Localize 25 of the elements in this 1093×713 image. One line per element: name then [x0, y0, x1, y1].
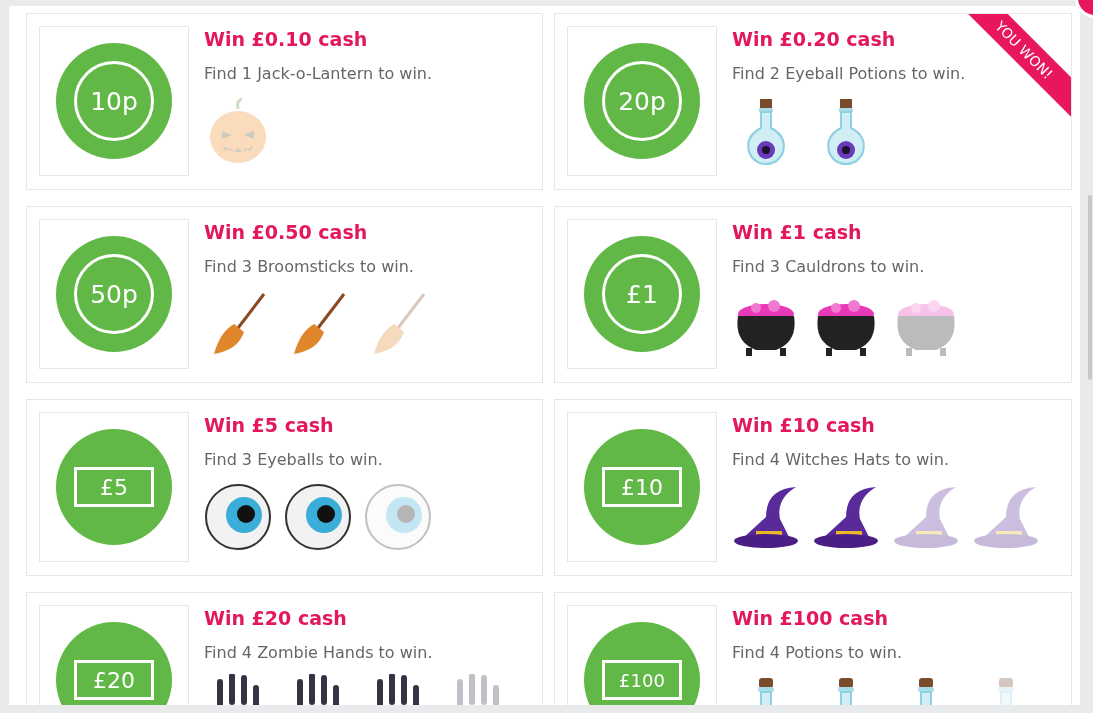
- prize-description: Find 3 Broomsticks to win.: [204, 257, 415, 276]
- coin-label: 50p: [74, 254, 154, 334]
- prize-title: Win £1 cash: [732, 221, 863, 243]
- prize-description: Find 4 Witches Hats to win.: [732, 450, 950, 469]
- prize-title: Win £20 cash: [204, 607, 348, 629]
- prize-title: Win £10 cash: [732, 414, 876, 436]
- scrollbar-thumb[interactable]: [1088, 195, 1092, 380]
- prize-title: Win £100 cash: [732, 607, 890, 629]
- coin-label: 10p: [74, 61, 154, 141]
- banknote-label: £10: [602, 467, 682, 507]
- prize-title: Win £5 cash: [204, 414, 335, 436]
- coin-label: £1: [602, 254, 682, 334]
- prize-title: Win £0.50 cash: [204, 221, 369, 243]
- prize-description: Find 3 Eyeballs to win.: [204, 450, 384, 469]
- prize-description: Find 4 Zombie Hands to win.: [204, 643, 434, 662]
- prize-title: Win £0.20 cash: [732, 28, 897, 50]
- prize-title: Win £0.10 cash: [204, 28, 369, 50]
- prize-description: Find 2 Eyeball Potions to win.: [732, 64, 966, 83]
- banknote-label: £20: [74, 660, 154, 700]
- prize-description: Find 1 Jack-o-Lantern to win.: [204, 64, 433, 83]
- banknote-label: £5: [74, 467, 154, 507]
- prize-description: Find 4 Potions to win.: [732, 643, 903, 662]
- prize-description: Find 3 Cauldrons to win.: [732, 257, 926, 276]
- banknote-label: £100: [602, 660, 682, 700]
- coin-label: 20p: [602, 61, 682, 141]
